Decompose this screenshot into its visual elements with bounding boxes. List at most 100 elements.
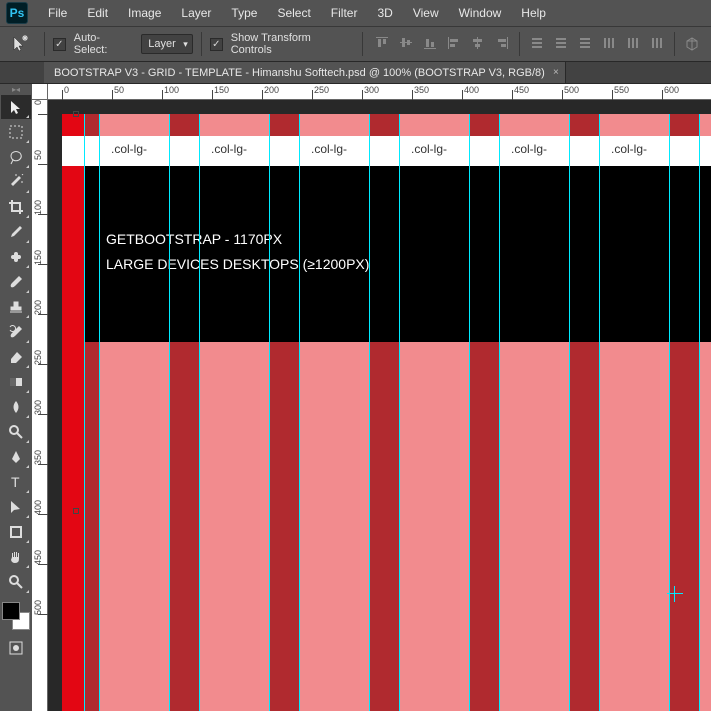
document-tab-title: BOOTSTRAP V3 - GRID - TEMPLATE - Himansh…	[54, 67, 545, 79]
shape-tool[interactable]	[1, 520, 31, 544]
ruler-tick-label: 500	[33, 600, 43, 615]
blur-tool[interactable]	[1, 395, 31, 419]
menu-edit[interactable]: Edit	[77, 2, 118, 24]
align-vcenter-icon[interactable]	[395, 32, 417, 54]
eyedropper-tool[interactable]	[1, 220, 31, 244]
ruler-origin[interactable]	[32, 84, 48, 100]
current-tool-icon	[8, 32, 32, 56]
align-bottom-icon[interactable]	[419, 32, 441, 54]
wand-tool[interactable]	[1, 170, 31, 194]
ruler-tick-label: 300	[364, 85, 379, 95]
type-tool[interactable]: T	[1, 470, 31, 494]
distribute-top-icon[interactable]	[526, 32, 548, 54]
ruler-tick-label: 150	[33, 250, 43, 265]
crop-tool[interactable]	[1, 195, 31, 219]
distribute-right-icon[interactable]	[646, 32, 668, 54]
menu-file[interactable]: File	[38, 2, 77, 24]
path-select-tool[interactable]	[1, 495, 31, 519]
guide-vertical[interactable]	[569, 114, 570, 711]
ruler-tick-label: 250	[314, 85, 329, 95]
menu-type[interactable]: Type	[221, 2, 267, 24]
menu-layer[interactable]: Layer	[171, 2, 221, 24]
svg-text:T: T	[11, 474, 20, 490]
healing-tool[interactable]	[1, 245, 31, 269]
auto-select-label: Auto-Select:	[74, 32, 134, 56]
menu-filter[interactable]: Filter	[321, 2, 368, 24]
guide-vertical[interactable]	[469, 114, 470, 711]
ruler-tick-label: 200	[264, 85, 279, 95]
panel-grip-icon[interactable]: ▸◂	[0, 84, 32, 94]
show-transform-checkbox[interactable]: ✓	[210, 38, 223, 51]
divider	[362, 32, 363, 56]
header-line1: GETBOOTSTRAP - 1170PX	[106, 231, 282, 247]
document-canvas[interactable]: .col-lg-.col-lg-.col-lg-.col-lg-.col-lg-…	[62, 114, 711, 711]
options-bar: ✓ Auto-Select: Layer ✓ Show Transform Co…	[0, 26, 711, 62]
guide-vertical[interactable]	[269, 114, 270, 711]
align-right-icon[interactable]	[491, 32, 513, 54]
history-brush-tool[interactable]	[1, 320, 31, 344]
ruler-tick-label: 100	[33, 200, 43, 215]
grid-margin-left	[62, 114, 84, 711]
align-group	[371, 32, 703, 56]
menu-image[interactable]: Image	[118, 2, 171, 24]
menu-3d[interactable]: 3D	[367, 2, 402, 24]
ruler-tick-label: 350	[33, 450, 43, 465]
guide-vertical[interactable]	[499, 114, 500, 711]
ruler-tick-label: 350	[414, 85, 429, 95]
3d-mode-icon[interactable]	[681, 32, 703, 54]
toolbox: ▸◂ T	[0, 84, 32, 711]
distribute-left-icon[interactable]	[598, 32, 620, 54]
dodge-tool[interactable]	[1, 420, 31, 444]
guide-vertical[interactable]	[199, 114, 200, 711]
align-hcenter-icon[interactable]	[467, 32, 489, 54]
align-top-icon[interactable]	[371, 32, 393, 54]
quickmask-toggle[interactable]	[1, 636, 31, 660]
auto-select-dropdown[interactable]: Layer	[141, 34, 193, 54]
ruler-tick-label: 500	[564, 85, 579, 95]
ruler-tick-label: 50	[33, 150, 43, 160]
color-swatches[interactable]	[2, 602, 30, 630]
distribute-hcenter-icon[interactable]	[622, 32, 644, 54]
transform-handle[interactable]	[73, 111, 79, 117]
guide-vertical[interactable]	[399, 114, 400, 711]
move-tool[interactable]	[1, 95, 31, 119]
guide-vertical[interactable]	[369, 114, 370, 711]
guide-vertical[interactable]	[84, 114, 85, 711]
guide-vertical[interactable]	[169, 114, 170, 711]
menu-help[interactable]: Help	[511, 2, 556, 24]
column-label: .col-lg-	[411, 142, 447, 156]
marquee-tool[interactable]	[1, 120, 31, 144]
stamp-tool[interactable]	[1, 295, 31, 319]
menu-select[interactable]: Select	[267, 2, 320, 24]
horizontal-ruler[interactable]: 050100150200250300350400450500550600650	[48, 84, 711, 100]
menu-view[interactable]: View	[403, 2, 449, 24]
guide-vertical[interactable]	[99, 114, 100, 711]
vertical-ruler[interactable]: 050100150200250300350400450500	[32, 84, 48, 711]
pen-tool[interactable]	[1, 445, 31, 469]
canvas-viewport[interactable]: .col-lg-.col-lg-.col-lg-.col-lg-.col-lg-…	[48, 100, 711, 711]
guide-vertical[interactable]	[699, 114, 700, 711]
hand-tool[interactable]	[1, 545, 31, 569]
distribute-bottom-icon[interactable]	[574, 32, 596, 54]
document-tab[interactable]: BOOTSTRAP V3 - GRID - TEMPLATE - Himansh…	[44, 62, 566, 83]
divider	[44, 32, 45, 56]
transform-handle[interactable]	[73, 508, 79, 514]
guide-vertical[interactable]	[299, 114, 300, 711]
eraser-tool[interactable]	[1, 345, 31, 369]
guide-vertical[interactable]	[599, 114, 600, 711]
gradient-tool[interactable]	[1, 370, 31, 394]
close-tab-icon[interactable]: ×	[553, 67, 559, 78]
transform-center-icon[interactable]	[667, 586, 683, 602]
column-label: .col-lg-	[211, 142, 247, 156]
distribute-vcenter-icon[interactable]	[550, 32, 572, 54]
align-left-icon[interactable]	[443, 32, 465, 54]
zoom-tool[interactable]	[1, 570, 31, 594]
menu-window[interactable]: Window	[449, 2, 512, 24]
header-line2: LARGE DEVICES DESKTOPS (≥1200PX)	[106, 256, 369, 272]
brush-tool[interactable]	[1, 270, 31, 294]
document-tabs: BOOTSTRAP V3 - GRID - TEMPLATE - Himansh…	[0, 62, 711, 84]
lasso-tool[interactable]	[1, 145, 31, 169]
foreground-color-swatch[interactable]	[2, 602, 20, 620]
guide-vertical[interactable]	[669, 114, 670, 711]
auto-select-checkbox[interactable]: ✓	[53, 38, 66, 51]
